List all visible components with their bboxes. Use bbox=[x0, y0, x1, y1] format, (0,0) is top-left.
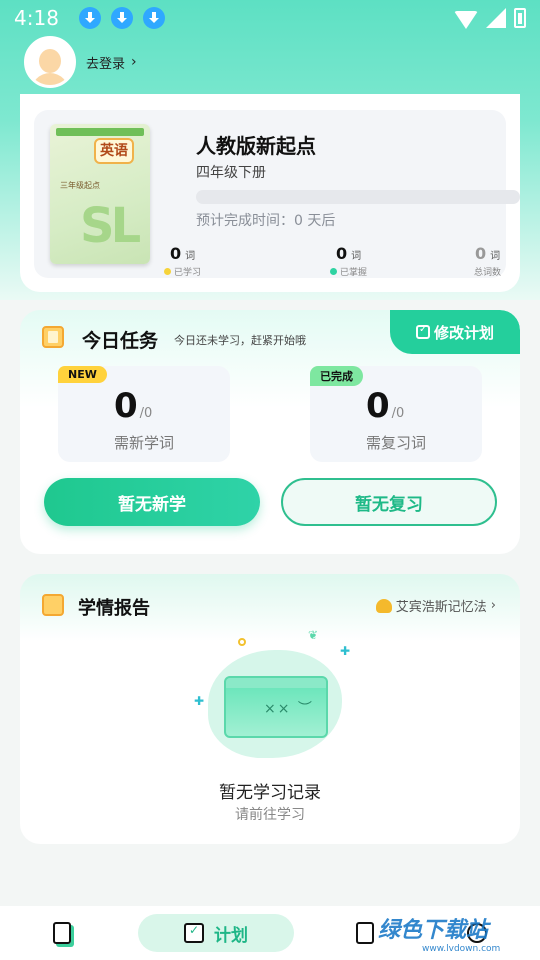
new-words-label: 需新学词 bbox=[114, 434, 175, 452]
login-entry[interactable]: 去登录 › bbox=[24, 36, 137, 88]
tab-plan[interactable]: 计划 bbox=[138, 914, 294, 952]
calendar-check-icon bbox=[184, 923, 204, 943]
ebbinghaus-link[interactable]: 艾宾浩斯记忆法 › bbox=[375, 596, 496, 615]
stat-unit: 词 bbox=[490, 251, 501, 262]
yellow-dot-icon bbox=[164, 268, 171, 275]
edit-plan-button[interactable]: 修改计划 bbox=[390, 310, 520, 354]
illustration-window: ×× ︶ bbox=[224, 676, 328, 738]
new-words-count: 0/0 bbox=[114, 386, 152, 426]
task-hint: 今日还未学习，赶紧开始哦 bbox=[174, 334, 306, 347]
site-watermark: 绿色下载站 www.lvdown.com bbox=[378, 912, 538, 958]
book-title: 人教版新起点 bbox=[196, 134, 316, 158]
progress-bar bbox=[196, 190, 520, 204]
stat-label: 已学习 bbox=[174, 268, 202, 278]
stat-total: 0词 总词数 bbox=[474, 244, 501, 278]
book-icon bbox=[53, 922, 71, 944]
battery-icon bbox=[514, 8, 526, 28]
chart-icon bbox=[42, 594, 64, 616]
book-card: 英语 三年级起点 SL 人教版新起点 四年级下册 预计完成时间：0 天后 0词 … bbox=[20, 94, 520, 292]
green-dot-icon bbox=[330, 268, 337, 275]
review-words-value: 0 bbox=[366, 386, 390, 426]
plus-spark-icon: ✚ bbox=[340, 644, 351, 658]
chevron-right-icon: › bbox=[131, 54, 137, 70]
edit-plan-label: 修改计划 bbox=[433, 323, 494, 342]
completed-tag: 已完成 bbox=[310, 366, 363, 386]
stat-value: 0 bbox=[335, 244, 348, 263]
start-new-learning-button[interactable]: 暂无新学 bbox=[44, 478, 260, 526]
study-report-card: 学情报告 艾宾浩斯记忆法 › ×× ︶ ✚ ✚ ❦ 暂无学习记录 请前往学习 bbox=[20, 574, 520, 844]
status-indicators bbox=[454, 8, 526, 29]
watermark-url: www.lvdown.com bbox=[422, 944, 501, 954]
avatar-body bbox=[31, 73, 69, 85]
sad-face-icon: ×× ︶ bbox=[264, 701, 314, 717]
wifi-icon bbox=[454, 11, 478, 29]
new-words-value: 0 bbox=[114, 386, 138, 426]
new-words-box: NEW 0/0 需新学词 bbox=[58, 366, 230, 462]
cover-level: 三年级起点 bbox=[60, 181, 100, 190]
task-title: 今日任务 bbox=[82, 330, 159, 352]
task-header: 今日任务 今日还未学习，赶紧开始哦 修改计划 bbox=[20, 310, 520, 366]
today-task-card: 今日任务 今日还未学习，赶紧开始哦 修改计划 NEW 0/0 需新学词 已完成 … bbox=[20, 310, 520, 554]
download-icon bbox=[110, 7, 133, 29]
review-words-label: 需复习词 bbox=[366, 434, 427, 452]
avatar-face bbox=[39, 49, 61, 73]
empty-state-illustration: ×× ︶ ✚ ✚ ❦ bbox=[190, 628, 360, 764]
brain-icon bbox=[375, 598, 392, 613]
new-words-denominator: /0 bbox=[139, 406, 153, 421]
circle-dot-icon bbox=[238, 638, 246, 646]
stat-unit: 词 bbox=[185, 251, 196, 262]
book-icon bbox=[42, 326, 64, 348]
signal-icon bbox=[486, 8, 506, 28]
start-review-button[interactable]: 暂无复习 bbox=[281, 478, 497, 526]
plus-spark-icon: ✚ bbox=[194, 694, 205, 708]
avatar[interactable] bbox=[24, 36, 76, 88]
stat-learned: 0词 已学习 bbox=[164, 244, 201, 278]
tab-discover[interactable] bbox=[350, 914, 380, 952]
stat-value: 0 bbox=[169, 244, 182, 263]
ebbinghaus-label: 艾宾浩斯记忆法 bbox=[395, 600, 487, 615]
tab-book[interactable] bbox=[44, 914, 80, 952]
book-cover-image[interactable]: 英语 三年级起点 SL bbox=[50, 124, 150, 264]
cover-stripe bbox=[56, 128, 144, 136]
stat-value: 0 bbox=[474, 244, 487, 263]
download-icon bbox=[142, 7, 165, 29]
card-icon bbox=[356, 922, 374, 944]
tab-plan-label: 计划 bbox=[214, 925, 248, 946]
cover-badge: 英语 bbox=[94, 138, 134, 164]
chevron-right-icon: › bbox=[490, 598, 496, 613]
stat-label: 已掌握 bbox=[340, 268, 368, 278]
status-bar: 4:18 bbox=[0, 0, 540, 36]
status-time: 4:18 bbox=[14, 6, 59, 30]
leaf-spark-icon: ❦ bbox=[308, 628, 319, 642]
calendar-check-icon bbox=[415, 324, 430, 339]
empty-title: 暂无学习记录 bbox=[219, 783, 321, 803]
book-subtitle: 四年级下册 bbox=[196, 165, 266, 181]
download-icon bbox=[78, 7, 101, 29]
stat-mastered: 0词 已掌握 bbox=[330, 244, 367, 278]
window-bar bbox=[226, 678, 326, 688]
login-link[interactable]: 去登录 bbox=[86, 53, 125, 72]
new-tag: NEW bbox=[58, 366, 107, 383]
report-title: 学情报告 bbox=[78, 598, 150, 619]
review-words-box: 已完成 0/0 需复习词 bbox=[310, 366, 482, 462]
watermark-text: 绿色下载站 bbox=[378, 918, 489, 943]
book-panel[interactable]: 英语 三年级起点 SL 人教版新起点 四年级下册 预计完成时间：0 天后 0词 … bbox=[34, 110, 520, 278]
eta-text: 预计完成时间：0 天后 bbox=[196, 213, 336, 229]
cover-sl-logo: SL bbox=[80, 198, 141, 254]
empty-subtitle: 请前往学习 bbox=[235, 807, 305, 823]
review-words-count: 0/0 bbox=[366, 386, 404, 426]
stat-unit: 词 bbox=[351, 251, 362, 262]
stat-label: 总词数 bbox=[474, 268, 502, 278]
review-words-denominator: /0 bbox=[391, 406, 405, 421]
